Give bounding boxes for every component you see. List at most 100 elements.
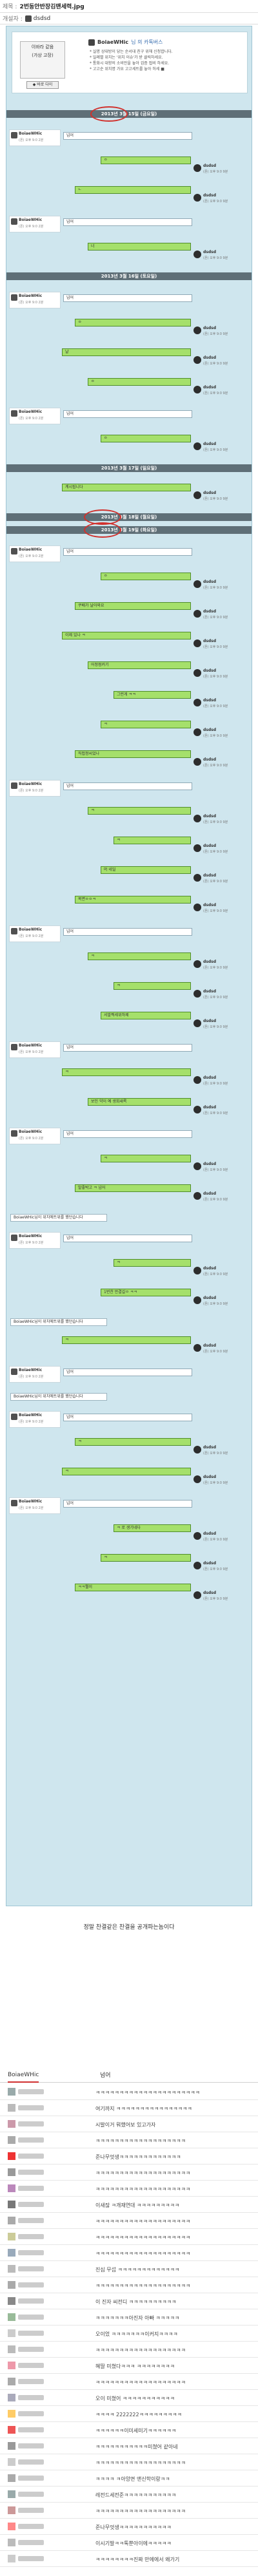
message-meta: (폰) 오후 9:0 2분 [19, 301, 44, 305]
comment-row[interactable]: 여기까지 ㅋㅋㅋㅋㅋㅋㅋㅋㅋㅋㅋㅋㅋㅋㅋㅋ [0, 2100, 258, 2116]
comment-row[interactable]: ㅋㅋㅋㅋㅋㅋ이미세미기ㅋㅋㅋㅋㅋㅋ [0, 2422, 258, 2438]
comment-row[interactable]: ㅋㅋㅋㅋ ㅋ아앙면 앤신학이랑ㅋㅋ [0, 2470, 258, 2486]
commenter-name[interactable] [18, 2443, 44, 2448]
comment-row[interactable]: 오이 미쳤어 ㅋㅋㅋㅋㅋㅋㅋㅋㅋㅋㅋ [0, 2390, 258, 2406]
commenter-name[interactable] [18, 2234, 44, 2239]
commenter-name[interactable] [18, 2492, 44, 2497]
sender-card-right: dsdsd (폰) 오후 9:0 9분 [194, 813, 250, 826]
commenter-name[interactable] [18, 2266, 44, 2271]
comment-row[interactable]: 준나무엇생ㅋㅋㅋㅋㅋㅋㅋㅋㅋㅋㅋㅋㅋ [0, 2148, 258, 2164]
message-bubble-right: ㅋ [75, 1438, 191, 1446]
comment-text: ㅋㅋㅋㅋㅋㅋㅋㅋㅋㅋㅋㅋㅋㅋㅋㅋㅋㅋㅋ [95, 2508, 186, 2514]
message-meta: (폰) 오후 9:0 9분 [203, 1198, 228, 1202]
author-name[interactable]: dsdsd [34, 15, 51, 22]
commenter-name[interactable] [18, 2105, 44, 2110]
comment-row[interactable]: 이 진자 씨전디 ㅋㅋㅋㅋㅋㅋㅋㅋㅋㅋ [0, 2293, 258, 2309]
profile-note: * 고고순 위치명 가요 고고세트를 놓아 허세 ■ [90, 67, 164, 71]
commenter-name[interactable] [18, 2331, 44, 2336]
commenter-name[interactable] [18, 2218, 44, 2223]
sender-name: dsdsd [203, 250, 217, 254]
comment-row[interactable]: ㅋㅋㅋㅋㅋㅋㅋㅋㅋㅋㅋㅋㅋㅋㅋㅋㅋㅋㅋ [0, 2374, 258, 2390]
commenter-name[interactable] [18, 2154, 44, 2159]
message-bubble-right: ㅋ [101, 1554, 191, 1562]
comment-row[interactable]: 진심 무섭 ㅋㅋㅋㅋㅋㅋㅋㅋㅋㅋㅋㅋㅋ [0, 2261, 258, 2277]
comment-row[interactable]: ㅋㅋㅋㅋㅋㅋㅋㅋㅋㅋㅋㅋㅋㅋㅋㅋㅋㅋㅋㅋ [0, 2277, 258, 2293]
sender-name: dsdsd [203, 757, 217, 762]
avatar [11, 410, 17, 417]
commenter-name[interactable] [18, 2459, 44, 2465]
comment-row[interactable]: ㅋㅋㅋㅋㅋㅋㅋㅋㅋㅋㅋㅋㅋㅋㅋㅋㅋㅋㅋㅋ [0, 2245, 258, 2261]
comment-row[interactable]: 레전드세전준ㅋㅋㅋㅋㅋㅋㅋㅋㅋㅋㅋ [0, 2486, 258, 2503]
comment-row[interactable]: ㅋㅋㅋㅋㅋㅋㅋㅋㅋㅋㅋㅋㅋㅋㅋㅋㅋㅋㅋ [0, 2342, 258, 2358]
commenter-name[interactable] [18, 2089, 44, 2094]
sender-name: dsdsd [203, 1343, 217, 1348]
profile-button[interactable]: ◆ 바로 다이 [26, 81, 59, 89]
commenter-name[interactable] [18, 2202, 44, 2207]
sender-card-left: BoiaeWHic (폰) 오후 9:0 2분 [9, 925, 61, 942]
commenter-name[interactable] [18, 2476, 44, 2481]
avatar [194, 874, 201, 882]
commenter-name[interactable] [18, 2347, 44, 2352]
message-meta: (폰) 오후 9:0 2분 [19, 138, 44, 142]
commenter-avatar-icon [8, 2555, 15, 2562]
commenter-name[interactable] [18, 2282, 44, 2287]
sender-card-right: dsdsd (폰) 오후 9:0 9분 [194, 873, 250, 886]
comment-row[interactable]: 오이었 ㅋㅋㅋㅋㅋㅋㅋ이커지ㅋㅋㅋㅋ [0, 2325, 258, 2342]
commenter-name[interactable] [18, 2524, 44, 2529]
date-separator: 2013년 3월 19일 (화요일) [6, 526, 252, 534]
comment-row[interactable]: 준나무엇생ㅋㅋㅋㅋㅋㅋㅋㅋㅋㅋㅋ [0, 2519, 258, 2535]
comment-header-user[interactable]: BoiaeWHic [8, 2072, 39, 2083]
avatar [11, 1414, 17, 1420]
message-meta: (폰) 오후 9:0 2분 [19, 1137, 44, 1141]
comment-text: 준나무엇생ㅋㅋㅋㅋㅋㅋㅋㅋㅋㅋㅋㅋㅋ [95, 2154, 181, 2160]
profile-note: * 통화시 대향의 소비만을 놓아 검증 접비 하세요. [90, 61, 170, 66]
comment-row[interactable]: ㅋㅋㅋㅋㅋㅋㅋㅋㅋㅋㅋㅋㅋㅋㅋㅋㅋㅋㅋㅋㅋㅋ [0, 2084, 258, 2100]
comment-row[interactable]: ㅋㅋㅋㅋㅋㅋㅋㅋㅋㅋㅋㅋㅋㅋㅋㅋㅋㅋㅋ [0, 2132, 258, 2148]
commenter-name[interactable] [18, 2363, 44, 2368]
comment-row[interactable]: 혜딸 미쳤다ㅋㅋㅋ ㅋㅋㅋㅋㅋㅋㅋㅋ [0, 2358, 258, 2374]
comment-row[interactable]: ㅋㅋㅋㅋㅋㅋㅋㅋㅋㅋㅋㅋㅋㅋㅋㅋㅋㅋㅋㅋ [0, 2181, 258, 2197]
commenter-name[interactable] [18, 2427, 44, 2432]
comment-row[interactable]: ㅋㅋㅋㅋㅋㅋㅋ아진자 아빠 ㅋㅋㅋㅋㅋ [0, 2309, 258, 2325]
commenter-name[interactable] [18, 2540, 44, 2545]
commenter-name[interactable] [18, 2250, 44, 2255]
comment-row[interactable]: 시발이거 뭐했어보 있고가자 [0, 2116, 258, 2132]
commenter-name[interactable] [18, 2395, 44, 2400]
commenter-name[interactable] [18, 2411, 44, 2416]
sender-card-left: BoiaeWHic (폰) 오후 9:0 2분 [9, 1366, 61, 1383]
commenter-name[interactable] [18, 2137, 44, 2143]
comment-row[interactable]: 이시기발ㅋㅋ톡뿐아이에ㅋㅋㅋㅋㅋ [0, 2535, 258, 2551]
avatar [194, 844, 201, 852]
sender-name: BoiaeWHic [19, 1234, 43, 1238]
commenter-name[interactable] [18, 2315, 44, 2320]
profile-box-line2: (가상 고장) [32, 53, 54, 58]
message-meta: (폰) 오후 9:0 9분 [203, 1273, 228, 1276]
comment-row[interactable]: ㅋㅋㅋㅋㅋㅋㅋㅋㅋㅋㅋㅋㅋㅋㅋㅋㅋㅋㅋ [0, 2503, 258, 2519]
commenter-avatar-icon [8, 2136, 15, 2144]
commenter-avatar-icon [8, 2539, 15, 2546]
sender-card-left: BoiaeWHic (폰) 오후 9:0 2분 [9, 1128, 61, 1144]
commenter-name[interactable] [18, 2298, 44, 2304]
message-meta: (폰) 오후 9:0 9분 [203, 616, 228, 620]
comment-row[interactable]: ㅋㅋㅋㅋㅋㅋㅋㅋㅋㅋㅋㅋㅋㅋㅋㅋㅋㅋㅋ [0, 2454, 258, 2470]
commenter-name[interactable] [18, 2508, 44, 2513]
comment-row[interactable]: ㅋㅋㅋㅋㅋㅋㅋㅋㅋㅋㅋㅋㅋㅋㅋㅋㅋㅋㅋㅋ [0, 2229, 258, 2245]
post-title[interactable]: 2번동안반장김맨세력.jpg [19, 2, 84, 10]
profile-name-row: BoiaeWHic 님 의 카톡버스 [88, 39, 163, 46]
comment-row[interactable]: ㅋㅋㅋㅋㅋㅋㅋㅋ진짜 만에에서 왜가기 [0, 2551, 258, 2567]
sender-name: BoiaeWHic [19, 782, 43, 786]
commenter-name[interactable] [18, 2170, 44, 2175]
comment-row[interactable]: 이새잖 ㅋ개재연대 ㅋㅋㅋㅋㅋㅋㅋㅋㅋ [0, 2197, 258, 2213]
comment-row[interactable]: ㅋㅋㅋㅋㅋㅋㅋㅋㅋㅋㅋ미쳤어 같아네 [0, 2438, 258, 2454]
commenter-name[interactable] [18, 2186, 44, 2191]
comment-row[interactable]: ㅋㅋㅋㅋㅋㅋㅋㅋㅋㅋㅋㅋㅋㅋㅋㅋㅋㅋㅋㅋ [0, 2213, 258, 2229]
comment-row[interactable]: ㅋㅋㅋㅋㅋㅋㅋㅋㅋㅋㅋㅋㅋㅋㅋㅋㅋㅋㅋㅋ [0, 2164, 258, 2181]
comment-row[interactable]: ㅋㅋㅋㅋ 2222222ㅋㅋㅋㅋㅋㅋㅋㅋㅋ [0, 2406, 258, 2422]
commenter-name[interactable] [18, 2379, 44, 2384]
commenter-name[interactable] [18, 2121, 44, 2126]
sender-name: BoiaeWHic [19, 1043, 43, 1048]
avatar [194, 728, 201, 736]
commenter-name[interactable] [18, 2556, 44, 2561]
sender-card-right: dsdsd (폰) 오후 9:0 9분 [194, 325, 250, 338]
message-bubble-right: ㅋ [88, 952, 191, 960]
